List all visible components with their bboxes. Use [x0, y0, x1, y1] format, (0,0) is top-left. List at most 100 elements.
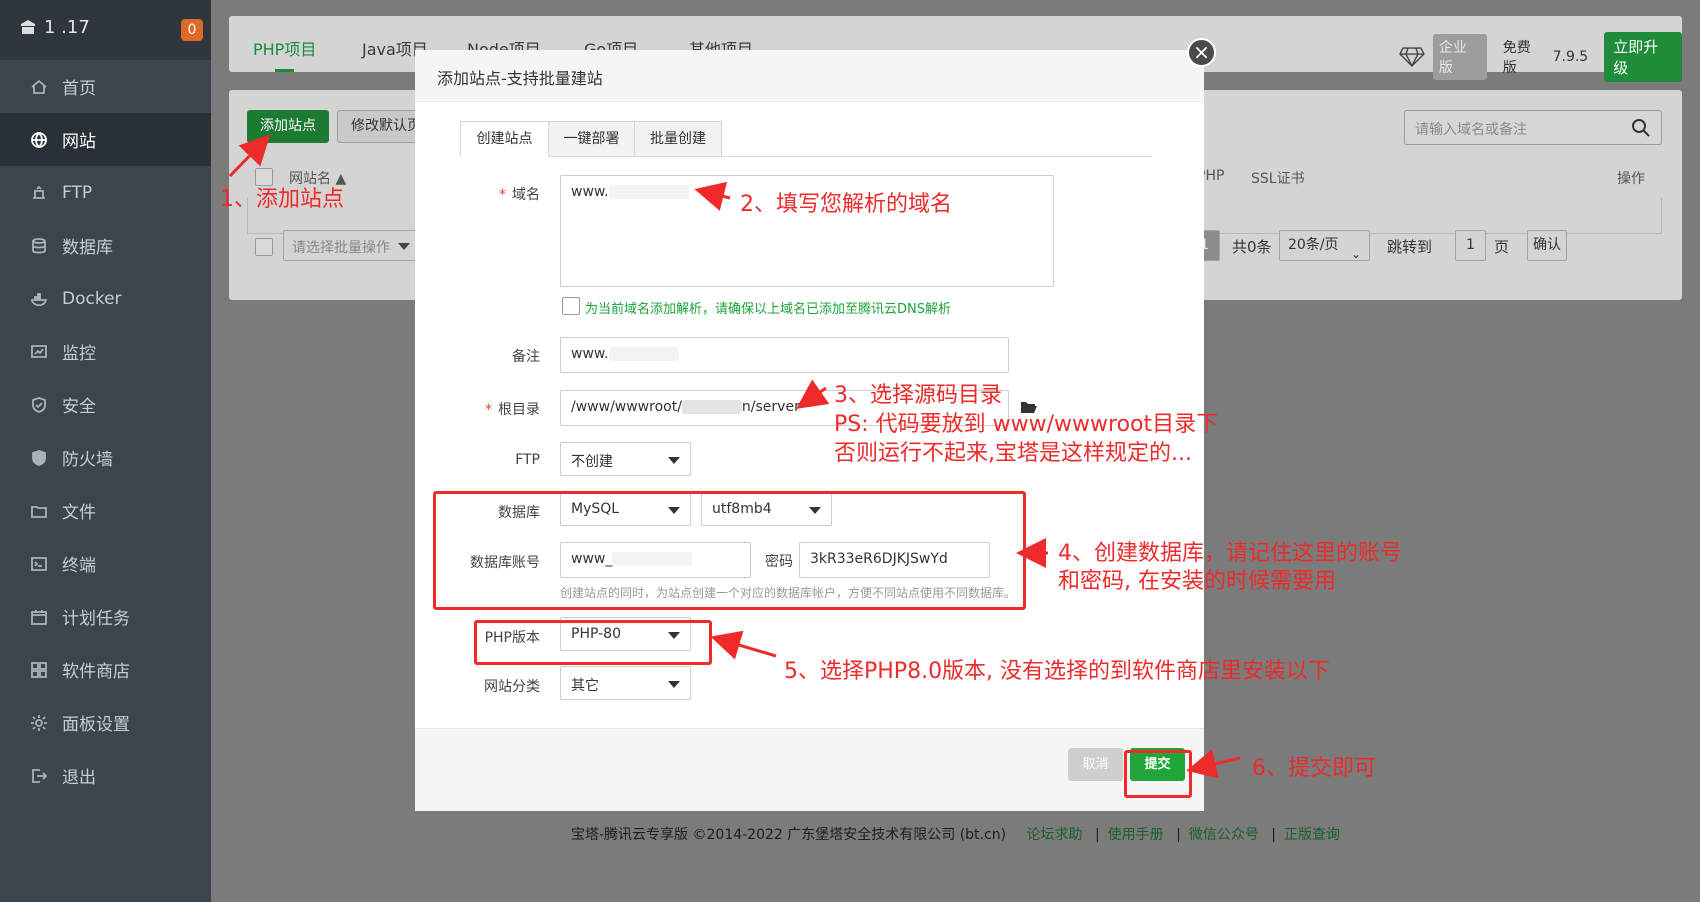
dns-hint: 为当前域名添加解析，请确保以上域名已添加至腾讯云DNS解析: [585, 302, 951, 317]
close-icon[interactable]: ×: [1187, 38, 1216, 67]
folder-icon: [30, 502, 48, 520]
total-count: 共0条: [1232, 238, 1272, 256]
grid-icon: [30, 661, 48, 679]
sidebar-item-grid[interactable]: 软件商店: [0, 643, 211, 696]
sidebar-item-database[interactable]: 数据库: [0, 219, 211, 272]
gear-icon: [30, 714, 48, 732]
annotation-step2: 2、填写您解析的域名: [740, 192, 952, 217]
copyright: 宝塔-腾讯云专享版 ©2014-2022 广东堡塔安全技术有限公司 (bt.cn…: [571, 827, 1007, 843]
calendar-icon: [30, 608, 48, 626]
sidebar-item-terminal[interactable]: 终端: [0, 537, 211, 590]
modal-title: 添加站点-支持批量建站: [415, 50, 1204, 102]
monitor-icon: [30, 343, 48, 361]
batch-placeholder: 请选择批量操作: [292, 240, 390, 256]
dns-checkbox[interactable]: [562, 297, 580, 315]
sidebar-item-gear[interactable]: 面板设置: [0, 696, 211, 749]
jump-label: 跳转到: [1387, 238, 1433, 256]
per-page-value: 20条/页: [1288, 237, 1339, 253]
category-select[interactable]: 其它: [560, 666, 691, 700]
site-search-input[interactable]: 请输入域名或备注: [1404, 110, 1662, 145]
category-value: 其它: [571, 678, 599, 694]
domain-value: www.: [571, 184, 609, 200]
tab-one-click-deploy[interactable]: 一键部署: [548, 121, 635, 157]
tab-create-site[interactable]: 创建站点: [460, 121, 549, 157]
sidebar-item-label: 防火墙: [62, 450, 113, 470]
sidebar-item-monitor[interactable]: 监控: [0, 325, 211, 378]
docker-icon: [30, 290, 48, 308]
firewall-icon: [30, 449, 48, 467]
remark-label: 备注: [512, 349, 540, 365]
sidebar-item-label: 监控: [62, 344, 96, 364]
terminal-icon: [30, 555, 48, 573]
ftp-value: 不创建: [571, 454, 613, 470]
annotation-step4-line1: 4、创建数据库，请记住这里的账号: [1058, 541, 1402, 566]
sidebar-item-label: 数据库: [62, 238, 113, 258]
globe-icon: [30, 131, 48, 149]
annotation-box-php: [474, 620, 712, 665]
footer-link-wechat[interactable]: 微信公众号: [1189, 827, 1259, 843]
annotation-step3-line1: 3、选择源码目录: [834, 383, 1002, 408]
diamond-icon: [1399, 47, 1425, 68]
edition-info: 企业版 免费版 7.9.5 立即升级: [1399, 32, 1683, 82]
sidebar-item-shield[interactable]: 安全: [0, 378, 211, 431]
footer-link-license[interactable]: 正版查询: [1284, 827, 1340, 843]
col-ssl: SSL证书: [1251, 171, 1305, 187]
remark-value: www.: [571, 346, 609, 362]
remark-input[interactable]: www.: [560, 337, 1009, 373]
server-header: 1 .17 0: [0, 0, 211, 60]
sidebar-item-label: 软件商店: [62, 662, 130, 682]
add-site-button[interactable]: 添加站点: [247, 110, 329, 143]
sidebar-item-firewall[interactable]: 防火墙: [0, 431, 211, 484]
root-dir-value-a: /www/wwwroot/: [571, 399, 682, 415]
cancel-button[interactable]: 取消: [1068, 748, 1123, 781]
annotation-step3-line3: 否则运行不起来,宝塔是这样规定的...: [834, 441, 1192, 466]
tab-batch-create[interactable]: 批量创建: [634, 121, 722, 157]
jump-confirm-button[interactable]: 确认: [1527, 230, 1567, 261]
row-checkbox[interactable]: [255, 238, 273, 256]
sidebar-item-logout[interactable]: 退出: [0, 749, 211, 802]
search-placeholder: 请输入域名或备注: [1415, 122, 1527, 138]
sidebar-item-folder[interactable]: 文件: [0, 484, 211, 537]
domain-label: * 域名: [499, 187, 540, 203]
upgrade-button[interactable]: 立即升级: [1604, 32, 1683, 82]
ftp-select[interactable]: 不创建: [560, 442, 691, 476]
search-icon[interactable]: [1631, 118, 1651, 138]
sidebar-item-label: 安全: [62, 397, 96, 417]
sidebar-item-ftp[interactable]: FTP: [0, 166, 211, 219]
sidebar-item-label: FTP: [62, 182, 93, 203]
modal-tabs: 创建站点 一键部署 批量创建: [460, 121, 1152, 157]
chevron-down-icon: [398, 243, 410, 250]
batch-operation-select[interactable]: 请选择批量操作: [283, 230, 419, 261]
root-dir-label: * 根目录: [485, 402, 540, 418]
server-ip: 1 .17: [44, 17, 90, 38]
jump-page-input[interactable]: 1: [1455, 230, 1486, 261]
annotation-step4-line2: 和密码, 在安装的时候需要用: [1058, 569, 1336, 594]
sidebar-item-label: 首页: [62, 79, 96, 99]
annotation-step1: 1、添加站点: [220, 187, 344, 212]
database-icon: [30, 237, 48, 255]
annotation-step3-line2: PS: 代码要放到 www/wwwroot目录下: [834, 412, 1219, 437]
sidebar-item-label: 终端: [62, 556, 96, 576]
annotation-box-submit: [1124, 750, 1192, 798]
root-dir-value-b: n/server: [741, 399, 800, 415]
version-label: 7.9.5: [1552, 49, 1589, 65]
per-page-select[interactable]: 20条/页 ⌄: [1279, 230, 1370, 261]
sidebar-item-calendar[interactable]: 计划任务: [0, 590, 211, 643]
annotation-step6: 6、提交即可: [1252, 756, 1376, 781]
sidebar-item-globe[interactable]: 网站: [0, 113, 211, 166]
tab-php[interactable]: PHP项目: [253, 36, 316, 72]
select-all-checkbox[interactable]: [255, 168, 273, 186]
sidebar-item-label: 文件: [62, 503, 96, 523]
chevron-down-icon: ⌄: [1350, 247, 1361, 261]
notification-badge[interactable]: 0: [181, 19, 203, 41]
annotation-step5: 5、选择PHP8.0版本, 没有选择的到软件商店里安装以下: [784, 659, 1331, 684]
sidebar-item-docker[interactable]: Docker: [0, 272, 211, 325]
sidebar-item-home[interactable]: 首页: [0, 60, 211, 113]
sidebar-item-label: 网站: [62, 132, 96, 152]
sidebar-item-label: 面板设置: [62, 715, 130, 735]
ftp-label: FTP: [515, 452, 540, 468]
footer-link-manual[interactable]: 使用手册: [1108, 827, 1164, 843]
footer-link-forum[interactable]: 论坛求助: [1026, 827, 1082, 843]
enterprise-tag[interactable]: 企业版: [1432, 34, 1487, 80]
page-unit: 页: [1494, 238, 1510, 256]
